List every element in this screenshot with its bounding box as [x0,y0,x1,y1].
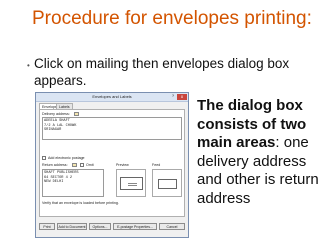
dialog-titlebar: Envelopes and Labels ? x [36,93,188,102]
bullet-text: Click on mailing then envelopes dialog b… [34,56,290,88]
add-to-document-button[interactable]: Add to Document [57,223,87,230]
feed-label: Feed [152,163,161,167]
add-postage-label: Add electronic postage [48,156,85,160]
omit-checkbox[interactable] [80,163,84,167]
return-line: NEW DELHI [44,180,64,185]
return-address-book-icon[interactable] [72,163,77,167]
delivery-line: SRINAGAR [44,128,62,133]
feed-box[interactable] [152,169,182,197]
envelopes-dialog-screenshot: Envelopes and Labels ? x Envelopes Label… [35,92,189,238]
add-postage-checkbox[interactable] [42,156,46,160]
address-book-icon[interactable] [74,112,79,116]
envelope-address-line [128,183,137,184]
slide-title: Procedure for envelopes printing: [32,8,312,29]
envelope-preview [120,177,143,190]
preview-label: Preview [116,163,129,167]
dialog-title: Envelopes and Labels [92,94,132,99]
options-button[interactable]: Options... [89,223,111,230]
omit-label: Omit [86,163,94,167]
envelope-address-line [128,185,137,186]
epostage-properties-button[interactable]: E-postage Properties... [113,223,157,230]
return-address-field[interactable]: SHAFT PUBLISHERS 64 SECTOR 4 2 NEW DELHI [42,169,104,197]
envelopes-panel: Delivery address: ADEELA SHAFT 7/2 A LAL… [39,109,185,217]
print-button[interactable]: Print [39,223,55,230]
help-button[interactable]: ? [170,93,176,99]
verify-text: Verify that an envelope is loaded before… [42,201,119,205]
cancel-button[interactable]: Cancel [159,223,185,230]
delivery-address-field[interactable]: ADEELA SHAFT 7/2 A LAL CHOWK SRINAGAR [42,117,182,140]
feed-envelope [158,179,177,189]
preview-box[interactable] [116,169,146,197]
return-address-label: Return address: [42,163,68,167]
delivery-address-label: Delivery address: [42,112,70,116]
close-button[interactable]: x [177,94,187,100]
callout-text: The dialog box consists of two main area… [197,97,320,208]
bullet-dot: • [27,61,30,70]
